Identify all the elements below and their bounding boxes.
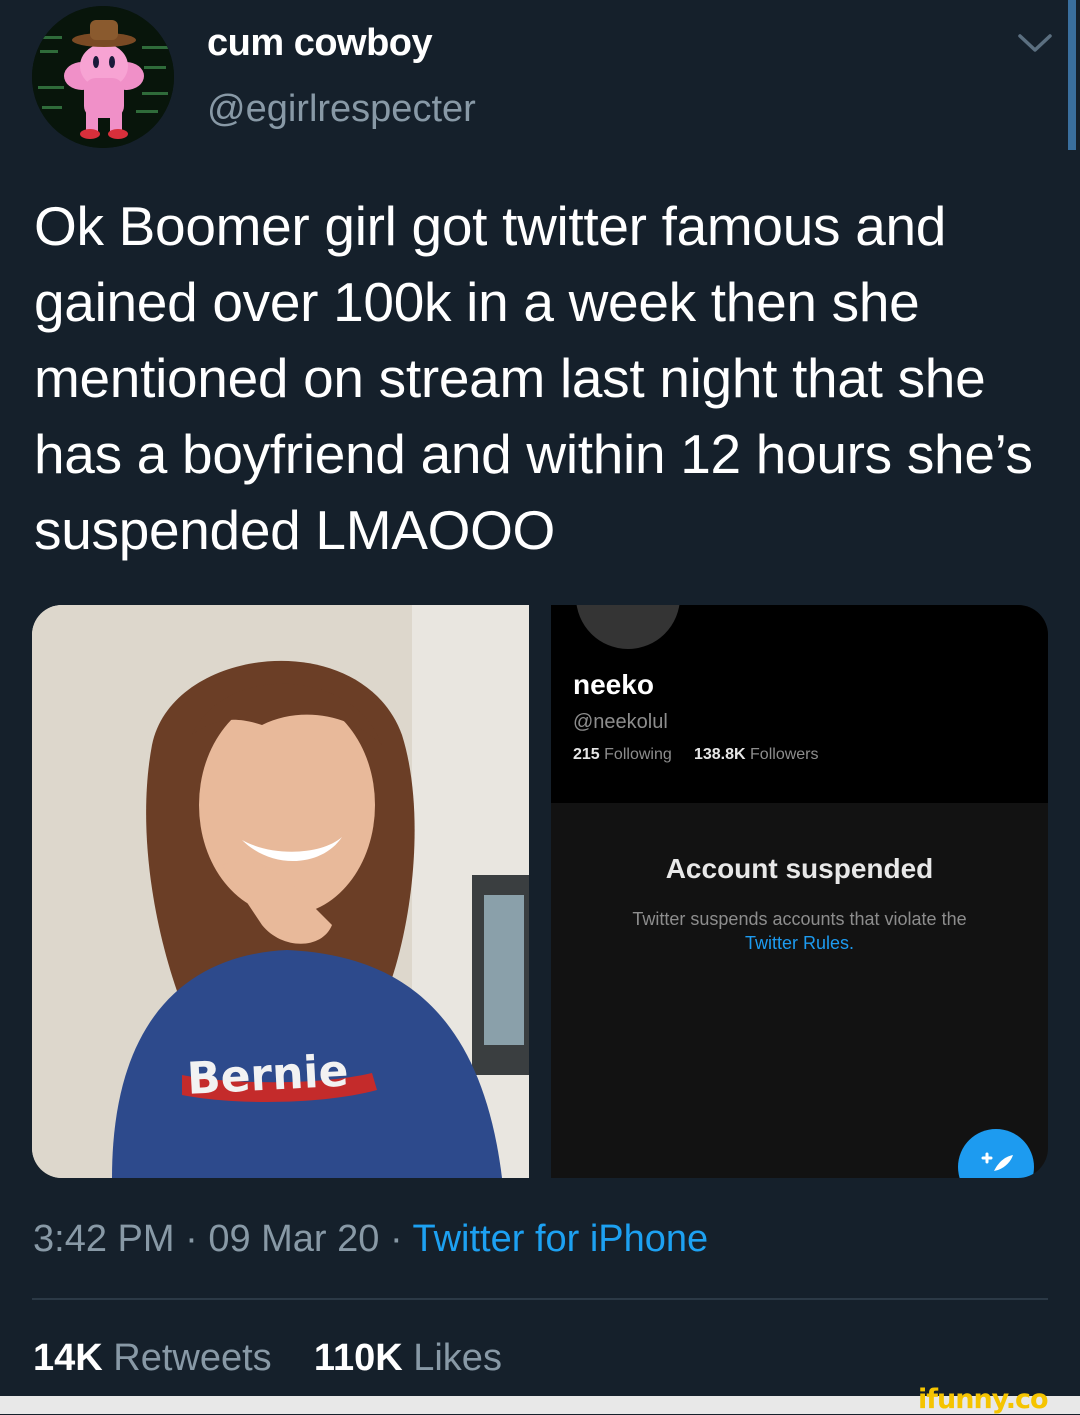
tweet-meta: 3:42 PM · 09 Mar 20 · Twitter for iPhone bbox=[33, 1218, 708, 1261]
tweet-source-link[interactable]: Twitter for iPhone bbox=[413, 1218, 709, 1260]
likes-label: Likes bbox=[413, 1337, 502, 1379]
profile-avatar bbox=[576, 605, 680, 649]
display-name[interactable]: cum cowboy bbox=[207, 22, 433, 65]
cowboy-kirby-avatar-image bbox=[32, 6, 174, 148]
profile-name: neeko bbox=[573, 669, 654, 700]
likes-stat[interactable]: 110K Likes bbox=[314, 1337, 502, 1379]
chevron-down-icon[interactable] bbox=[1014, 28, 1056, 58]
compose-tweet-button[interactable] bbox=[958, 1129, 1034, 1178]
suspended-text: Twitter suspends accounts that violate t… bbox=[632, 909, 967, 929]
tweet-date: 09 Mar 20 bbox=[208, 1218, 380, 1260]
profile-stats: 215 Following 138.8K Followers bbox=[573, 746, 819, 764]
followers-label: Followers bbox=[750, 746, 819, 763]
ifunny-watermark: ifunny.co bbox=[918, 1384, 1049, 1415]
profile-header: neeko @neekolul 215 Following 138.8K Fol… bbox=[551, 605, 1048, 803]
suspended-title: Account suspended bbox=[665, 853, 934, 884]
tweet-stats: 14K Retweets 110K Likes bbox=[33, 1337, 502, 1380]
divider bbox=[32, 1298, 1048, 1300]
tweet-photo-girl[interactable]: Bernie bbox=[32, 605, 529, 1178]
retweets-stat[interactable]: 14K Retweets bbox=[33, 1337, 272, 1379]
following-count: 215 bbox=[573, 746, 600, 763]
followers-count: 138.8K bbox=[693, 746, 746, 763]
user-avatar[interactable] bbox=[32, 6, 174, 148]
profile-handle: @neekolul bbox=[573, 711, 668, 733]
girl-photo-image: Bernie bbox=[32, 605, 529, 1178]
retweets-label: Retweets bbox=[113, 1337, 272, 1379]
scrollbar[interactable] bbox=[1068, 0, 1076, 150]
separator: · bbox=[174, 1218, 209, 1260]
separator: · bbox=[379, 1218, 413, 1260]
tweet-time: 3:42 PM bbox=[33, 1218, 175, 1260]
following-label: Following bbox=[604, 746, 672, 763]
twitter-rules-link[interactable]: Twitter Rules. bbox=[745, 933, 854, 953]
tweet-media[interactable]: Bernie neeko @neekolul 215 Following 138… bbox=[32, 605, 1048, 1178]
suspended-profile-screenshot[interactable]: neeko @neekolul 215 Following 138.8K Fol… bbox=[551, 605, 1048, 1178]
likes-count: 110K bbox=[313, 1337, 403, 1379]
suspended-body: Twitter suspends accounts that violate t… bbox=[581, 907, 1018, 955]
user-handle[interactable]: @egirlrespecter bbox=[207, 88, 476, 131]
retweets-count: 14K bbox=[33, 1337, 103, 1379]
compose-tweet-icon bbox=[981, 1152, 1013, 1171]
tweet-text: Ok Boomer girl got twitter famous and ga… bbox=[34, 195, 1033, 561]
shirt-text: Bernie bbox=[186, 1046, 350, 1105]
